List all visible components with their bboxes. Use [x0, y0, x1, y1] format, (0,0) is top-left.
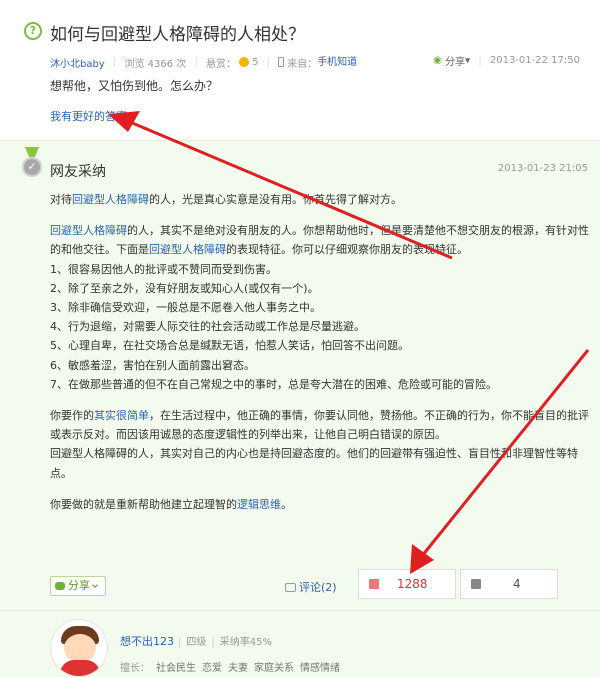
comment-button[interactable]: 评论(2) [285, 579, 337, 595]
avatar[interactable] [50, 619, 108, 677]
thumbs-down-icon [471, 579, 481, 589]
better-answer-label: 我有更好的答案 [50, 110, 127, 123]
list-item: 3、除非确信受欢迎，一般总是不愿卷入他人事务之中。 [50, 301, 321, 315]
keyword-link[interactable]: 回避型人格障碍 [149, 243, 226, 256]
question-mark-icon: ? [24, 22, 42, 40]
answer-label: 网友采纳 [50, 164, 106, 180]
source-label: 来自： [287, 58, 318, 70]
question-meta: 沐小北baby | 浏览 4366 次 | 悬赏： 5 | 来自：手机知道 ◉ 分… [50, 53, 580, 70]
answer-paragraph: 你要作的其实很简单，在生活过程中，他正确的事情，你要认同他，赞扬他。不正确的行为… [50, 409, 589, 442]
chevron-down-icon [92, 582, 98, 588]
expertise-label: 擅长： [120, 663, 150, 674]
share-icon: ◉ [433, 55, 442, 66]
expertise-tag[interactable]: 恋爱 [202, 663, 222, 674]
expertise-tag[interactable]: 家庭关系 [254, 663, 294, 674]
upvote-count: 1288 [397, 577, 428, 591]
list-item: 2、除了至亲之外，没有好朋友或知心人(或仅有一个)。 [50, 281, 319, 295]
list-item: 5、心理自卑，在社交场合总是缄默无语，怕惹人笑话，怕回答不出问题。 [50, 339, 409, 353]
keyword-link[interactable]: 逻辑思维 [237, 498, 281, 511]
answerer-expertise: 擅长： 社会民生 恋爱 夫妻 家庭关系 情感情绪 [120, 659, 340, 674]
question-section: ? 如何与回避型人格障碍的人相处？ 沐小北baby | 浏览 4366 次 | … [0, 0, 600, 140]
upvote-button[interactable]: 1288 [358, 569, 456, 599]
answerer-name-link[interactable]: 想不出123 [120, 633, 174, 649]
expertise-tag[interactable]: 社会民生 [156, 663, 196, 674]
question-date: 2013-01-22 17:50 [489, 55, 580, 66]
best-answer-section: ✓ 网友采纳 2013-01-23 21:05 对待回避型人格障碍的人，光是真心… [0, 140, 600, 610]
comment-label: 评论(2) [299, 581, 337, 594]
list-item: 4、行为退缩，对需要人际交往的社会活动或工作总是尽量逃避。 [50, 320, 365, 334]
answer-share-label: 分享 [68, 579, 90, 592]
list-item: 6、敏感羞涩，害怕在别人面前露出窘态。 [50, 358, 255, 372]
downvote-count: 4 [513, 577, 521, 591]
keyword-link[interactable]: 其实很简单 [94, 409, 149, 422]
question-share-label: 分享 [445, 57, 466, 68]
comment-icon [285, 583, 296, 592]
answer-share-button[interactable]: 分享 [50, 576, 106, 596]
answerer-level: 四级 [186, 637, 207, 648]
coin-icon [239, 57, 250, 67]
share-icon [55, 582, 65, 590]
list-item: 1、很容易因他人的批评或不赞同而受到伤害。 [50, 262, 277, 276]
medal-icon: ✓ [20, 147, 44, 179]
list-item: 7、在做那些普通的但不在自己常规之中的事时，总是夸大潜在的困难、危险或可能的冒险… [50, 377, 497, 391]
downvote-button[interactable]: 4 [460, 569, 558, 599]
answerer-meta: | 四级 | 采纳率45% [178, 637, 272, 648]
answer-date: 2013-01-23 21:05 [497, 163, 588, 174]
expertise-tag[interactable]: 夫妻 [228, 663, 248, 674]
answer-paragraph: 回避型人格障碍的人，其实不是绝对没有朋友的人。你想帮助他时，但是要清楚他不想交朋… [50, 224, 589, 257]
accept-rate: 采纳率45% [219, 637, 272, 648]
reward-value: 5 [252, 56, 259, 68]
keyword-link[interactable]: 回避型人格障碍 [72, 193, 149, 206]
chevron-down-icon [130, 110, 139, 119]
source-link[interactable]: 手机知道 [317, 57, 357, 68]
answer-paragraph: 对待回避型人格障碍的人，光是真心实意是没有用。你首先得了解对方。 [50, 193, 402, 206]
thumbs-up-icon [369, 579, 379, 589]
question-share-button[interactable]: ◉ 分享▾ [433, 53, 470, 68]
answer-paragraph: 回避型人格障碍的人，其实对自己的内心也是持回避态度的。他们的回避带有强迫性、盲目… [50, 447, 578, 480]
expertise-tag[interactable]: 情感情绪 [300, 663, 340, 674]
answerer-section: 想不出123 | 四级 | 采纳率45% 擅长： 社会民生 恋爱 夫妻 家庭关系 情感情绪 [0, 610, 600, 677]
answer-actions: 分享 评论(2) 1288 4 [0, 567, 600, 611]
better-answer-link[interactable]: 我有更好的答案 [50, 108, 139, 124]
reward-label: 悬赏： [206, 58, 237, 70]
answer-paragraph: 你要做的就是重新帮助他建立起理智的逻辑思维。 [50, 497, 292, 511]
question-body: 想帮他，又怕伤到他。怎么办？ [50, 79, 219, 93]
keyword-link[interactable]: 回避型人格障碍 [50, 224, 127, 237]
view-count: 浏览 4366 次 [124, 58, 187, 70]
phone-icon [278, 57, 285, 67]
question-author-link[interactable]: 沐小北baby [50, 59, 105, 70]
answer-content: 对待回避型人格障碍的人，光是真心实意是没有用。你首先得了解对方。 回避型人格障碍… [50, 190, 590, 514]
question-title: 如何与回避型人格障碍的人相处？ [50, 25, 305, 45]
